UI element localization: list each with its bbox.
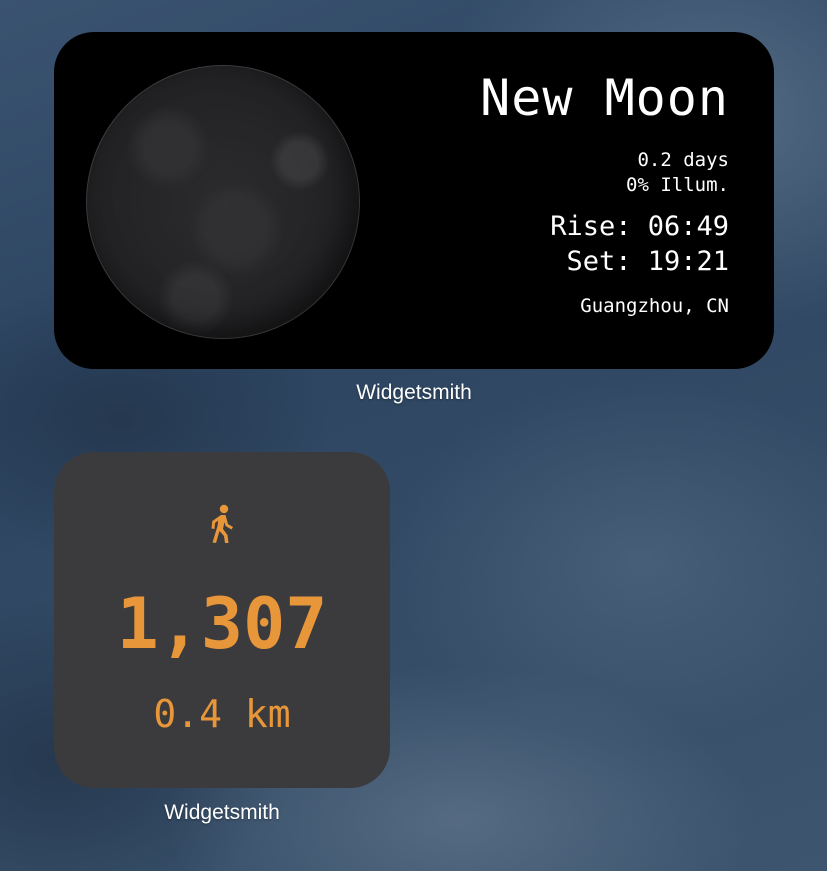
- moon-phase-title: New Moon: [480, 69, 729, 127]
- steps-count: 1,307: [116, 583, 328, 665]
- widget-caption: Widgetsmith: [356, 381, 472, 404]
- moon-set-time: Set: 19:21: [566, 246, 729, 277]
- steps-distance: 0.4 km: [153, 692, 291, 736]
- moon-location: Guangzhou, CN: [580, 295, 729, 317]
- walking-person-icon: [211, 504, 233, 543]
- moon-info: New Moon 0.2 days 0% Illum. Rise: 06:49 …: [480, 68, 729, 319]
- moon-rise-time: Rise: 06:49: [550, 211, 729, 242]
- moon-phase-widget[interactable]: New Moon 0.2 days 0% Illum. Rise: 06:49 …: [54, 32, 774, 369]
- moon-age: 0.2 days: [637, 149, 729, 171]
- steps-widget[interactable]: 1,307 0.4 km: [54, 452, 390, 788]
- moon-image: [86, 65, 360, 339]
- widget-caption: Widgetsmith: [164, 801, 280, 824]
- moon-illumination: 0% Illum.: [626, 174, 729, 196]
